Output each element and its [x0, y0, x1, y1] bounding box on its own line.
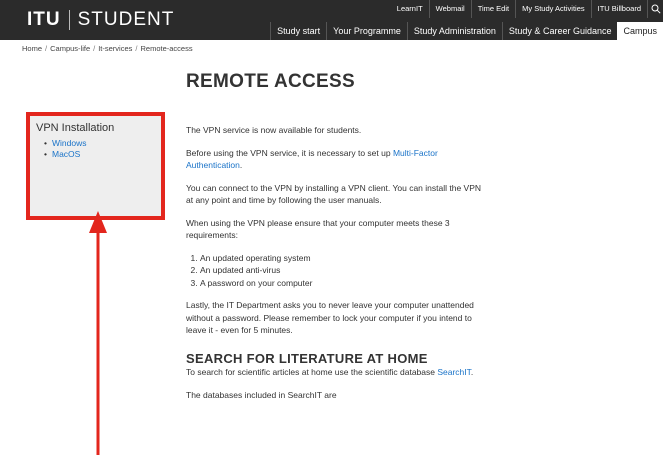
logo-divider [68, 10, 70, 30]
page-title: REMOTE ACCESS [186, 71, 355, 92]
breadcrumb-remote-access: Remote-access [140, 44, 193, 53]
logo-itu-text: ITU [27, 9, 61, 30]
main-content: The VPN service is now available for stu… [186, 124, 486, 411]
paragraph-lock-computer: Lastly, the IT Department asks you to ne… [186, 300, 474, 335]
top-link-webmail[interactable]: Webmail [428, 0, 471, 18]
paragraph-databases: The databases included in SearchIT are [186, 389, 337, 400]
searchit-link[interactable]: SearchIT [437, 367, 471, 377]
sidebar-link-windows[interactable]: Windows [44, 138, 155, 149]
paragraph-searchit: To search for scientific articles at hom… [186, 366, 486, 379]
sidebar-list: Windows MacOS [36, 138, 155, 160]
top-link-my-study-activities[interactable]: My Study Activities [515, 0, 591, 18]
paragraph-vpn-client: You can connect to the VPN by installing… [186, 182, 482, 206]
itu-student-logo[interactable]: ITU STUDENT [27, 8, 174, 32]
paragraph-vpn-available: The VPN service is now available for stu… [186, 125, 362, 135]
breadcrumb-campus-life[interactable]: Campus-life [50, 44, 90, 53]
nav-study-start[interactable]: Study start [270, 22, 326, 40]
top-link-itu-billboard[interactable]: ITU Billboard [590, 0, 647, 18]
paragraph-requirements-intro: When using the VPN please ensure that yo… [186, 217, 450, 241]
breadcrumb-it-services[interactable]: It-services [98, 44, 132, 53]
sidebar-link-macos[interactable]: MacOS [44, 149, 155, 160]
sidebar-title: VPN Installation [36, 122, 115, 134]
logo-student-text: STUDENT [77, 9, 175, 30]
main-nav: Study start Your Programme Study Adminis… [270, 22, 663, 40]
breadcrumb-home[interactable]: Home [22, 44, 42, 53]
breadcrumb-separator: / [93, 44, 96, 53]
paragraph-mfa-text: Before using the VPN service, it is nece… [186, 147, 393, 158]
vpn-installation-sidebar: VPN Installation Windows MacOS [26, 112, 165, 220]
arrow-up-icon [89, 211, 107, 455]
breadcrumb-separator: / [135, 44, 138, 53]
top-links-bar: LearnIT Webmail Time Edit My Study Activ… [391, 0, 663, 18]
breadcrumb-separator: / [45, 44, 48, 53]
section-title-literature: SEARCH FOR LITERATURE AT HOME [186, 350, 428, 366]
requirement-item: A password on your computer [200, 277, 486, 290]
search-icon [651, 4, 661, 14]
requirement-item: An updated anti-virus [200, 264, 486, 277]
paragraph-mfa-end: . [239, 160, 243, 170]
requirements-list: An updated operating system An updated a… [186, 252, 486, 290]
nav-your-programme[interactable]: Your Programme [326, 22, 407, 40]
paragraph-searchit-text: To search for scientific articles at hom… [186, 367, 438, 377]
top-link-timeedit[interactable]: Time Edit [470, 0, 515, 18]
nav-study-career-guidance[interactable]: Study & Career Guidance [501, 22, 618, 40]
paragraph-mfa: Before using the VPN service, it is nece… [186, 147, 486, 172]
nav-study-administration[interactable]: Study Administration [406, 22, 502, 40]
breadcrumb: Home / Campus-life / It-services / Remot… [22, 44, 193, 53]
nav-campus[interactable]: Campus [617, 22, 663, 40]
search-button[interactable] [647, 0, 663, 18]
site-header: ITU STUDENT LearnIT Webmail Time Edit My… [0, 0, 663, 40]
top-link-learnit[interactable]: LearnIT [391, 0, 429, 18]
paragraph-searchit-end: . [470, 367, 474, 377]
requirement-item: An updated operating system [200, 252, 486, 265]
